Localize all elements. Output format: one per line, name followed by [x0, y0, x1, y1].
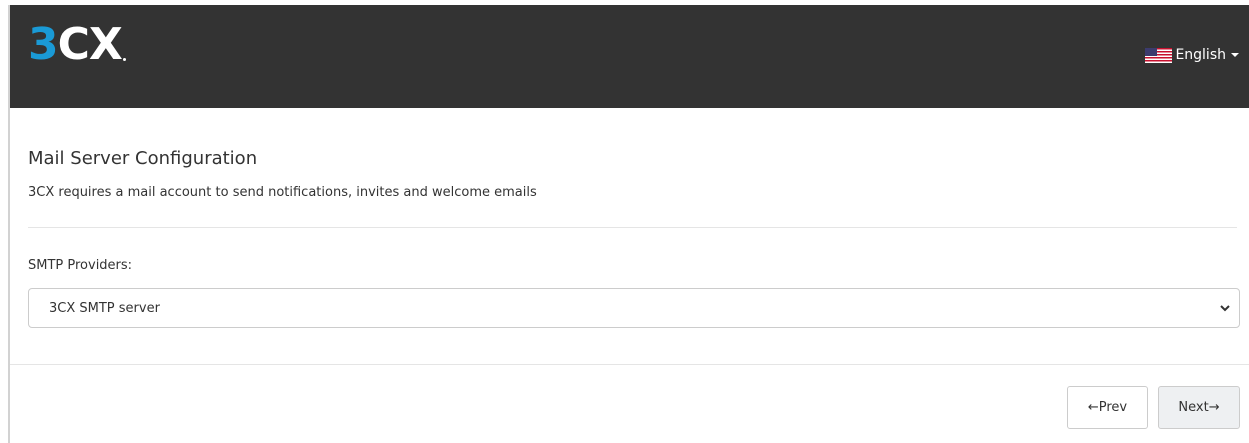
- chevron-down-icon: [1220, 305, 1230, 312]
- caret-down-icon: [1231, 53, 1239, 57]
- next-button[interactable]: Next→: [1158, 386, 1240, 429]
- language-label: English: [1175, 47, 1226, 63]
- footer-divider: [10, 364, 1249, 365]
- language-dropdown[interactable]: English: [1145, 47, 1239, 63]
- logo-dot: [122, 58, 126, 61]
- top-header: 3CX English: [10, 5, 1249, 108]
- logo-cx: CX: [57, 19, 123, 70]
- logo-three: 3: [28, 19, 59, 70]
- wizard-frame: 3CX English Mail Server Configuration 3C…: [8, 5, 1249, 443]
- us-flag-icon: [1145, 47, 1173, 63]
- section-divider: [28, 227, 1237, 228]
- prev-button[interactable]: ←Prev: [1067, 386, 1148, 429]
- smtp-provider-selected-value: 3CX SMTP server: [49, 300, 160, 316]
- smtp-provider-select[interactable]: 3CX SMTP server: [28, 288, 1240, 328]
- smtp-providers-label: SMTP Providers:: [28, 258, 133, 273]
- page-subtitle: 3CX requires a mail account to send noti…: [28, 185, 537, 200]
- page-title: Mail Server Configuration: [28, 148, 258, 169]
- 3cx-logo: 3CX: [28, 23, 126, 67]
